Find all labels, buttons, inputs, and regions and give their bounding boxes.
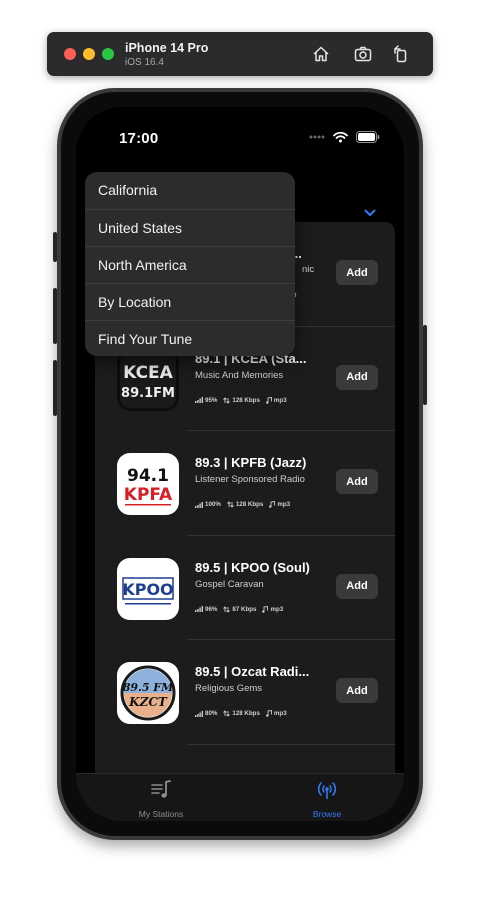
- svg-text:KZCT: KZCT: [128, 695, 168, 709]
- phone-screen: 17:00 ... nic 3 Add: [76, 107, 404, 821]
- tab-label: Browse: [312, 809, 342, 819]
- phone-bezel: 17:00 ... nic 3 Add: [61, 92, 419, 836]
- menu-item-find-your-tune[interactable]: Find Your Tune: [85, 320, 295, 356]
- signal-icon: 80%: [195, 710, 217, 717]
- chevron-down-icon[interactable]: [364, 209, 376, 217]
- station-description: Gospel Caravan: [195, 578, 264, 590]
- list-item[interactable]: 89.5 FM KZCT 89.5 | Ozcat Radi... Religi…: [95, 640, 395, 745]
- status-time: 17:00: [119, 130, 159, 147]
- station-description: nic: [302, 264, 315, 275]
- kzct-logo: 89.5 FM KZCT: [117, 662, 179, 724]
- cellular-icon: [309, 135, 325, 139]
- svg-text:KPOO: KPOO: [122, 580, 173, 599]
- row-divider: [187, 743, 395, 745]
- station-name: 89.5 | Ozcat Radi...: [195, 664, 310, 679]
- wifi-icon: [333, 131, 348, 143]
- svg-text:89.5 FM: 89.5 FM: [123, 681, 174, 694]
- bitrate-icon: 87 Kbps: [223, 606, 256, 613]
- bitrate-icon: 128 Kbps: [227, 501, 263, 508]
- tab-bar: My Stations Browse: [76, 773, 404, 821]
- svg-text:94.1: 94.1: [127, 466, 169, 486]
- station-name: ...: [291, 246, 302, 261]
- bitrate-icon: 128 Kbps: [223, 710, 260, 717]
- kcea-logo: KCEA 89.1FM: [117, 348, 179, 411]
- add-button[interactable]: Add: [336, 364, 378, 390]
- signal-icon: 95%: [195, 397, 217, 404]
- music-note-icon: mp3: [266, 396, 287, 404]
- station-description: Listener Sponsored Radio: [195, 474, 305, 485]
- iphone-frame: 17:00 ... nic 3 Add: [57, 88, 423, 840]
- station-description: Religious Gems: [195, 683, 263, 694]
- antenna-broadcast-icon: [317, 782, 337, 799]
- menu-item-united-states[interactable]: United States: [85, 209, 295, 246]
- music-note-icon: mp3: [269, 501, 290, 508]
- svg-text:KPFA: KPFA: [124, 485, 173, 505]
- simulator-window: iPhone 14 Pro iOS 16.4 17:00 ... nic Add…: [0, 0, 480, 907]
- station-name: 89.5 | KPOO (Soul): [195, 559, 310, 575]
- station-meta: 96% 87 Kbps mp3: [195, 605, 283, 613]
- kpfa-logo: 94.1 KPFA: [117, 453, 179, 515]
- add-button[interactable]: Add: [336, 469, 378, 494]
- home-icon[interactable]: [311, 44, 331, 64]
- screenshot-icon[interactable]: [353, 44, 373, 64]
- battery-icon: [356, 131, 380, 143]
- zoom-window-button[interactable]: [102, 48, 114, 60]
- simulator-title-bar: iPhone 14 Pro iOS 16.4: [47, 32, 433, 76]
- status-icons: [309, 129, 380, 145]
- tab-label: My Stations: [138, 809, 184, 819]
- signal-icon: 96%: [195, 606, 217, 613]
- list-item[interactable]: 94.1 KPFA 89.3 | KPFB (Jazz) Listener Sp…: [95, 431, 395, 536]
- list-item[interactable]: KPOO 89.5 | KPOO (Soul) Gospel Caravan 9…: [95, 536, 395, 640]
- rotate-icon[interactable]: [391, 44, 411, 64]
- tab-browse[interactable]: Browse: [272, 780, 382, 820]
- station-meta: 80% 128 Kbps mp3: [195, 710, 287, 717]
- add-button[interactable]: Add: [336, 260, 378, 285]
- signal-icon: 100%: [195, 501, 221, 508]
- music-note-icon: mp3: [266, 710, 287, 717]
- svg-text:KCEA: KCEA: [123, 363, 173, 383]
- device-name: iPhone 14 Pro: [125, 41, 209, 55]
- menu-item-north-america[interactable]: North America: [85, 246, 295, 283]
- os-version: iOS 16.4: [125, 57, 164, 68]
- add-button[interactable]: Add: [336, 573, 378, 599]
- svg-text:89.1FM: 89.1FM: [121, 386, 175, 401]
- kpoo-logo: KPOO: [117, 557, 179, 620]
- bitrate-icon: 128 Kbps: [223, 397, 260, 404]
- menu-item-by-location[interactable]: By Location: [85, 283, 295, 320]
- add-button[interactable]: Add: [336, 678, 378, 703]
- close-window-button[interactable]: [64, 48, 76, 60]
- menu-item-california[interactable]: California: [85, 172, 295, 209]
- minimize-window-button[interactable]: [83, 48, 95, 60]
- station-description: Music And Memories: [195, 369, 284, 381]
- station-meta: 95% 128 Kbps mp3: [195, 396, 287, 404]
- tab-my-stations[interactable]: My Stations: [106, 780, 216, 820]
- music-note-icon: mp3: [262, 605, 283, 613]
- location-dropdown-menu[interactable]: California United States North America B…: [85, 172, 295, 356]
- station-meta: 100% 128 Kbps mp3: [195, 501, 290, 508]
- station-name: 89.3 | KPFB (Jazz): [195, 455, 307, 470]
- power-button: [423, 325, 427, 405]
- music-note-list-icon: [151, 780, 171, 798]
